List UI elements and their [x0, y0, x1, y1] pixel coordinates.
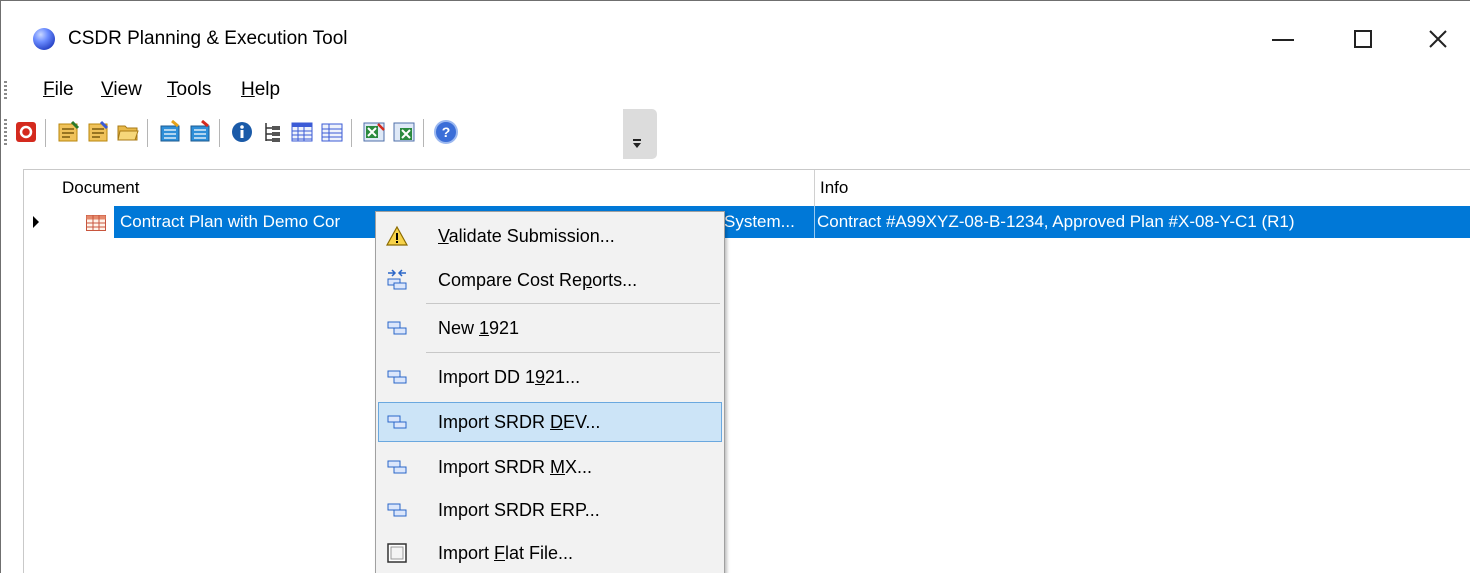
- export-button[interactable]: [187, 119, 213, 145]
- menu-item-label: Import SRDR DEV...: [438, 412, 601, 432]
- grid-header: Document Info: [24, 170, 1470, 206]
- menu-item-validate-submission[interactable]: Validate Submission...: [378, 216, 722, 256]
- menu-item-import-flat-file[interactable]: Import Flat File...: [378, 533, 722, 573]
- column-separator[interactable]: [814, 170, 815, 206]
- tree-button[interactable]: [259, 119, 285, 145]
- compare-icon: [387, 269, 407, 290]
- excel-export-button[interactable]: [391, 119, 417, 145]
- stop-icon: [16, 122, 36, 142]
- menu-item-label: Compare Cost Reports...: [438, 270, 638, 290]
- column-header-document[interactable]: Document: [62, 178, 139, 198]
- toolbar-grip[interactable]: [4, 119, 7, 145]
- menu-item-import-srdr-mx[interactable]: Import SRDR MX...: [378, 447, 722, 487]
- help-icon: ?: [434, 120, 458, 144]
- stop-button[interactable]: [13, 119, 39, 145]
- spreadsheet-icon: [86, 215, 106, 231]
- table-row[interactable]: Contract Plan with Demo Cor System... Co…: [86, 206, 1470, 238]
- form-icon: [387, 460, 407, 474]
- info-button[interactable]: [229, 119, 255, 145]
- toolbar-separator: [45, 119, 46, 147]
- menu-file[interactable]: File: [43, 79, 74, 101]
- window-title: CSDR Planning & Execution Tool: [68, 28, 348, 49]
- excel-import-button[interactable]: [361, 119, 387, 145]
- current-row-indicator-icon: [33, 216, 39, 228]
- menu-tools[interactable]: Tools: [167, 79, 211, 101]
- menu-item-label: Import DD 1921...: [438, 367, 581, 387]
- menu-bar: File View Tools Help: [1, 75, 1470, 105]
- toolbar-overflow-button[interactable]: [623, 109, 657, 159]
- minimize-button[interactable]: [1260, 17, 1306, 61]
- menu-item-label: Import SRDR MX...: [438, 457, 593, 477]
- app-window: CSDR Planning & Execution Tool File View…: [0, 0, 1470, 573]
- maximize-icon: [1354, 30, 1372, 48]
- toolbar-separator: [147, 119, 148, 147]
- minimize-icon: [1272, 39, 1294, 41]
- flat-file-icon: [387, 543, 407, 563]
- grid-view-button[interactable]: [289, 119, 315, 145]
- document-grid: Document Info Contract Plan with Demo Co…: [23, 169, 1470, 573]
- title-bar: CSDR Planning & Execution Tool: [1, 1, 1470, 75]
- tree-icon: [265, 123, 280, 142]
- excel-export-icon: [393, 122, 415, 142]
- form-icon: [387, 415, 407, 429]
- menu-item-import-srdr-erp[interactable]: Import SRDR ERP...: [378, 490, 722, 530]
- import-icon: [160, 120, 180, 142]
- menu-item-new-1921[interactable]: New 1921: [378, 308, 722, 348]
- new-plan-alt-button[interactable]: [85, 119, 111, 145]
- menu-item-label: Validate Submission...: [438, 226, 615, 246]
- menu-item-import-dd-1921[interactable]: Import DD 1921...: [378, 357, 722, 397]
- warning-icon: [386, 225, 408, 246]
- toolbar-separator: [219, 119, 220, 147]
- overflow-bar: [633, 139, 641, 141]
- toolbar: ?: [1, 109, 659, 159]
- maximize-button[interactable]: [1340, 17, 1386, 61]
- svg-text:?: ?: [442, 124, 451, 140]
- open-folder-icon: [117, 125, 139, 141]
- table-view-icon: [321, 123, 343, 142]
- column-header-info[interactable]: Info: [820, 178, 848, 198]
- menu-separator: [426, 303, 720, 304]
- new-plan-button[interactable]: [55, 119, 81, 145]
- toolbar-separator: [351, 119, 352, 147]
- import-button[interactable]: [157, 119, 183, 145]
- context-menu: Validate Submission... Compare Cost Repo…: [375, 211, 725, 573]
- menu-item-import-srdr-dev[interactable]: Import SRDR DEV...: [378, 402, 722, 442]
- close-button[interactable]: [1415, 17, 1461, 61]
- new-plan-icon: [58, 120, 80, 142]
- toolbar-separator: [423, 119, 424, 147]
- export-icon: [190, 120, 210, 142]
- info-cell: Contract #A99XYZ-08-B-1234, Approved Pla…: [817, 212, 1295, 231]
- menu-item-compare-cost-reports[interactable]: Compare Cost Reports...: [378, 260, 722, 300]
- document-cell-overflow: System...: [724, 212, 795, 231]
- document-cell: Contract Plan with Demo Cor: [120, 212, 341, 231]
- excel-import-icon: [363, 122, 385, 142]
- menu-view[interactable]: View: [101, 79, 142, 101]
- menu-help[interactable]: Help: [241, 79, 280, 101]
- new-plan-alt-icon: [88, 120, 109, 142]
- open-folder-button[interactable]: [115, 119, 141, 145]
- app-globe-icon: [33, 28, 55, 50]
- menu-item-label: Import Flat File...: [438, 543, 574, 563]
- info-icon: [232, 122, 252, 142]
- close-icon: [1429, 30, 1447, 48]
- cell-divider: [814, 206, 815, 238]
- form-icon: [387, 370, 407, 384]
- chevron-down-icon: [633, 143, 641, 148]
- table-view-button[interactable]: [319, 119, 345, 145]
- help-button[interactable]: ?: [433, 119, 459, 145]
- form-icon: [387, 321, 407, 335]
- menu-item-label: New 1921: [438, 318, 520, 338]
- menu-item-label: Import SRDR ERP...: [438, 500, 600, 520]
- grid-view-icon: [291, 122, 313, 142]
- form-icon: [387, 503, 407, 517]
- menu-separator: [426, 352, 720, 353]
- menu-grip[interactable]: [4, 81, 7, 101]
